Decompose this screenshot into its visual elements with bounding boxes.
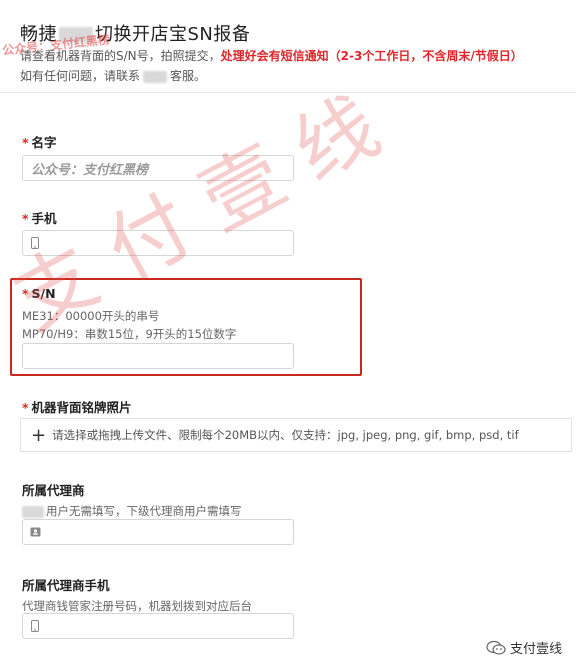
agent-phone-input[interactable] <box>22 613 294 639</box>
id-card-icon <box>30 527 41 537</box>
agent-help-text: 用户无需填写，下级代理商用户需填写 <box>46 504 242 518</box>
name-label-text: 名字 <box>31 135 57 150</box>
footer-text: 支付壹线 <box>509 642 562 657</box>
footer-brand: 支付壹线 <box>486 638 562 657</box>
agent-phone-label: 所属代理商手机 <box>22 578 110 593</box>
required-mark: * <box>22 400 29 415</box>
title-suffix: 切换开店宝SN报备 <box>95 24 251 45</box>
photo-upload-area[interactable]: + 请选择或拖拽上传文件、限制每个20MB以内、仅支持：jpg, jpeg, pn… <box>20 418 572 452</box>
name-label: * 名字 <box>22 132 57 151</box>
upload-hint: 请选择或拖拽上传文件、限制每个20MB以内、仅支持：jpg, jpeg, png… <box>52 428 519 442</box>
redacted-contact <box>143 70 168 83</box>
redacted-agent <box>22 505 44 518</box>
agent-label: 所属代理商 <box>22 483 85 498</box>
phone-icon <box>31 620 39 632</box>
agent-help: 用户无需填写，下级代理商用户需填写 <box>22 503 242 519</box>
intro-normal-text: 请查看机器背面的S/N号，拍照提交， <box>20 49 221 63</box>
agent-input[interactable] <box>22 519 294 545</box>
required-mark: * <box>22 135 29 150</box>
wechat-icon <box>486 640 506 655</box>
intro-contact-prefix: 如有任何问题，请联系 <box>20 69 141 83</box>
photo-label: * 机器背面铭牌照片 <box>22 397 132 416</box>
required-mark: * <box>22 211 29 226</box>
intro-line-2: 如有任何问题，请联系 客服。 <box>20 67 206 84</box>
agent-phone-help: 代理商钱管家注册号码，机器划拨到对应后台 <box>22 599 252 613</box>
intro-contact-suffix: 客服。 <box>170 69 207 83</box>
plus-icon: + <box>31 425 47 446</box>
sn-input[interactable] <box>22 343 294 369</box>
photo-label-text: 机器背面铭牌照片 <box>31 400 132 415</box>
